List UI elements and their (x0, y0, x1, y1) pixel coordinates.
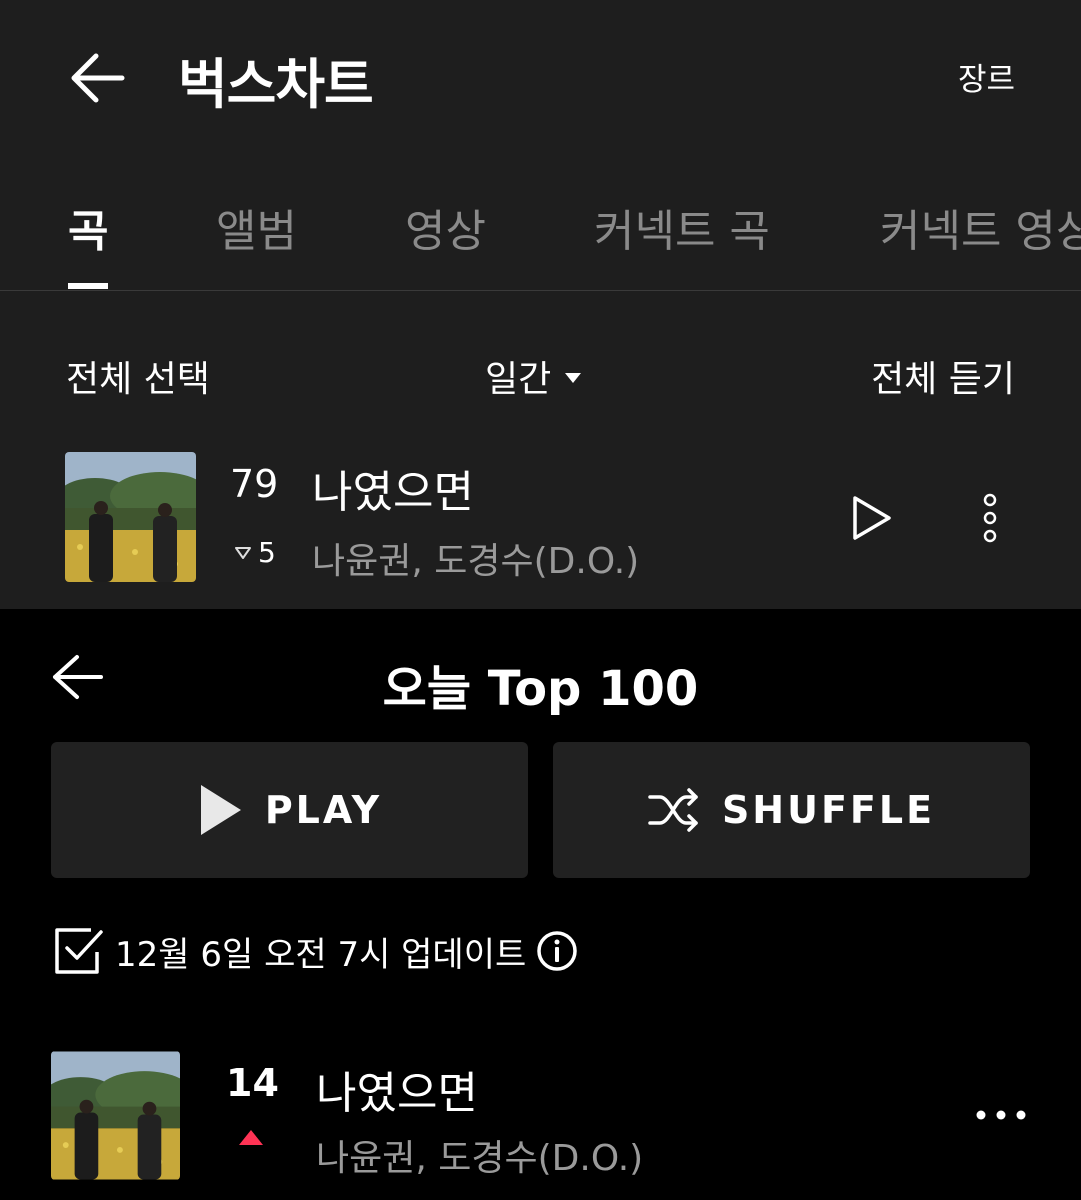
song-title[interactable]: 나였으면 (316, 1057, 478, 1121)
update-text: 12월 6일 오전 7시 업데이트 (115, 934, 527, 975)
album-cover[interactable] (65, 452, 196, 582)
rank-up-icon (239, 1130, 263, 1145)
song-artist[interactable]: 나윤권, 도경수(D.O.) (316, 1129, 643, 1181)
more-vertical-icon (983, 493, 997, 543)
tab-songs[interactable]: 곡 (68, 195, 108, 259)
more-button[interactable] (966, 1095, 1036, 1135)
more-horizontal-icon (976, 1110, 1026, 1120)
album-cover[interactable] (51, 1051, 180, 1180)
genre-button[interactable]: 장르 (958, 54, 1015, 99)
play-button[interactable]: PLAY (51, 742, 528, 878)
select-all-button[interactable]: 전체 선택 (66, 350, 210, 402)
more-button[interactable] (970, 488, 1010, 548)
back-arrow-icon (71, 53, 125, 103)
play-all-button[interactable]: 전체 듣기 (871, 350, 1015, 402)
period-dropdown[interactable]: 일간 (485, 350, 582, 402)
bugs-chart-panel: 벅스차트 장르 곡 앨범 영상 커넥트 곡 커넥트 영상 전체 선택 일간 전체… (0, 0, 1081, 609)
update-info: 12월 6일 오전 7시 업데이트 (53, 925, 578, 977)
playlist-title: 오늘 Top 100 (382, 661, 699, 717)
tab-albums[interactable]: 앨범 (216, 195, 297, 259)
rank-change: 5 (234, 536, 276, 569)
shuffle-label: SHUFFLE (721, 788, 936, 832)
rank-change-value: 5 (258, 536, 276, 569)
song-title[interactable]: 나였으면 (312, 456, 474, 520)
rank-number: 79 (230, 462, 279, 506)
rank-down-icon (235, 546, 251, 559)
tab-connect-songs[interactable]: 커넥트 곡 (594, 195, 770, 259)
divider (0, 290, 1081, 291)
play-button[interactable] (840, 488, 902, 548)
active-tab-indicator (68, 283, 108, 289)
top100-panel: 오늘 Top 100 PLAY SHUFFLE 12월 6일 오전 7시 업데이… (0, 609, 1081, 1200)
play-label: PLAY (264, 788, 383, 832)
play-icon (200, 785, 241, 835)
tab-videos[interactable]: 영상 (405, 195, 486, 259)
chart-tabs: 곡 앨범 영상 커넥트 곡 커넥트 영상 (0, 185, 1081, 291)
checkbox-icon (55, 928, 103, 974)
shuffle-button[interactable]: SHUFFLE (553, 742, 1030, 878)
info-icon (537, 931, 578, 971)
info-button[interactable] (536, 930, 578, 972)
song-artist[interactable]: 나윤권, 도경수(D.O.) (312, 532, 639, 584)
period-label: 일간 (485, 359, 552, 400)
play-icon (853, 496, 891, 540)
caret-down-icon (565, 373, 582, 383)
shuffle-icon (648, 788, 698, 832)
rank-number: 14 (226, 1061, 279, 1105)
page-title: 벅스차트 (178, 53, 374, 116)
tab-connect-videos[interactable]: 커넥트 영상 (880, 195, 1081, 259)
back-button[interactable] (60, 42, 132, 114)
